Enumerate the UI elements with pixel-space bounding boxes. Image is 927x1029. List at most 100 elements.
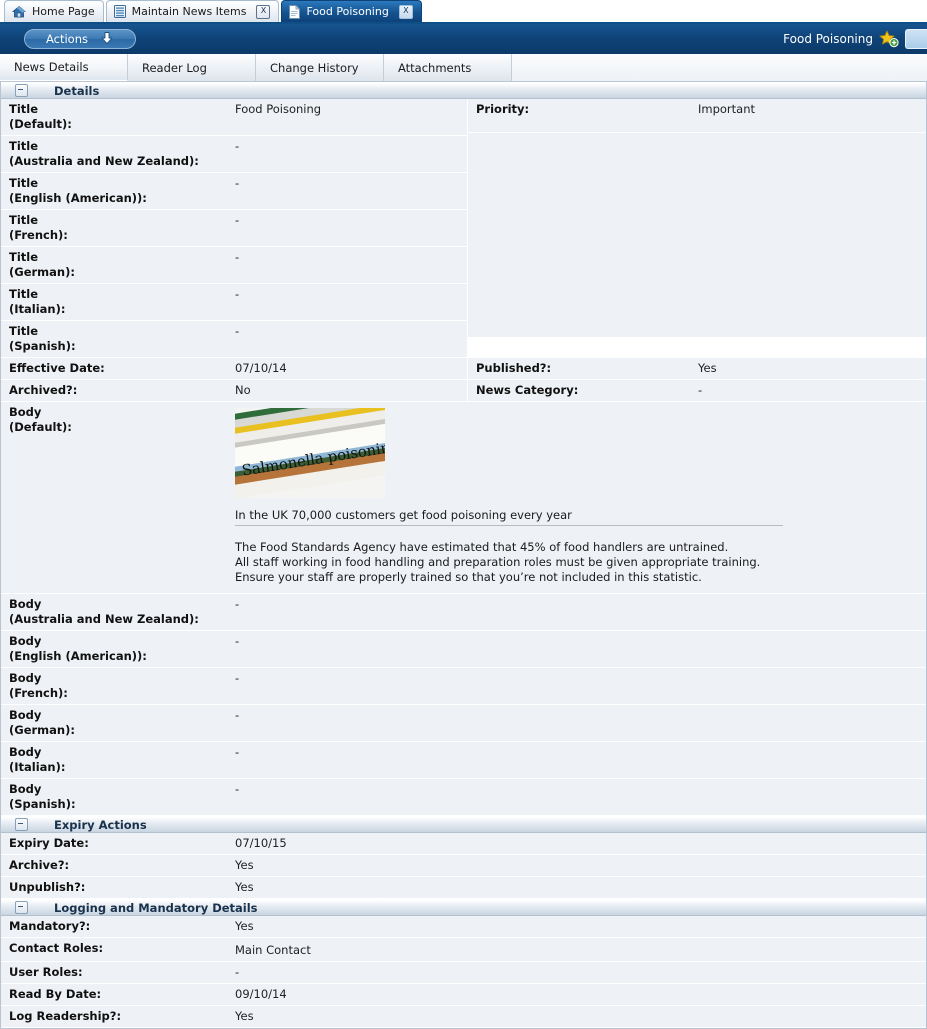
field-row-body-french: Body (French): - [1, 668, 926, 705]
field-label: Body (Australia and New Zealand): [1, 594, 233, 630]
field-label: Mandatory?: [1, 916, 233, 937]
field-label: Body (Spanish): [1, 779, 233, 815]
field-value: Food Poisoning [235, 102, 322, 116]
field-label: User Roles: [1, 962, 233, 983]
field-value: - [235, 287, 240, 301]
field-value: Important [698, 102, 756, 116]
salmonella-poisoning-image: Salmonella poisoning [235, 408, 385, 498]
action-bar-right: Food Poisoning [783, 29, 927, 49]
field-label-main: Title [9, 102, 39, 116]
field-label-main: Read By Date: [9, 987, 102, 1001]
field-label-main: Body [9, 782, 42, 796]
field-label-sub: (German): [9, 723, 75, 737]
browser-tab-food-poisoning[interactable]: Food Poisoning X [281, 0, 422, 22]
field-label-main: Expiry Date: [9, 836, 89, 850]
field-value: 07/10/14 [235, 361, 287, 375]
browser-tab-maintain-news-items[interactable]: Maintain News Items X [105, 0, 280, 22]
field-label-main: Mandatory?: [9, 919, 91, 933]
grid-icon [113, 5, 126, 18]
field-label-main: Archive?: [9, 858, 70, 872]
field-label-main: Body [9, 745, 42, 759]
tab-strip-filler [512, 54, 927, 81]
field-value: - [235, 139, 240, 153]
field-row-body-default: Body (Default): Salmonella poisoning In … [1, 402, 926, 594]
body-paragraph-line: Ensure your staff are properly trained s… [235, 570, 702, 584]
collapse-minus-icon[interactable] [15, 818, 28, 831]
details-title-block: Title (Default): Food Poisoning Title (A… [1, 99, 926, 358]
field-row-title-french: Title (French): - [1, 210, 467, 247]
browser-tab-label: Food Poisoning [306, 4, 389, 18]
field-row-title-italian: Title (Italian): - [1, 284, 467, 321]
close-icon[interactable]: X [256, 4, 271, 19]
field-value: - [235, 671, 240, 685]
field-value: - [235, 250, 240, 264]
field-label: Log Readership?: [1, 1006, 233, 1027]
field-label: Archive?: [1, 855, 233, 876]
field-value: 07/10/15 [235, 836, 287, 850]
browser-tab-home-page[interactable]: Home Page [4, 0, 104, 22]
field-row-published: Published?: Yes [468, 358, 926, 380]
field-label-main: Body [9, 671, 42, 685]
field-label: Body (English (American)): [1, 631, 233, 667]
field-label-sub: (French): [9, 686, 68, 700]
field-row-body-italian: Body (Italian): - [1, 742, 926, 779]
actions-button[interactable]: Actions [24, 29, 136, 49]
field-label-sub: (Default): [9, 420, 72, 434]
field-label-main: Unpublish?: [9, 880, 86, 894]
field-label-main: Title [9, 213, 39, 227]
field-row-title-default: Title (Default): Food Poisoning [1, 99, 467, 136]
field-label-sub: (English (American)): [9, 191, 147, 205]
section-title: Expiry Actions [54, 817, 147, 832]
body-paragraph: The Food Standards Agency have estimated… [235, 540, 918, 585]
field-label-main: Contact Roles: [9, 941, 104, 955]
field-value: Main Contact [235, 943, 311, 957]
field-label-sub: (Australia and New Zealand): [9, 612, 199, 626]
field-value: - [235, 176, 240, 190]
field-row-priority: Priority: Important [468, 99, 926, 133]
field-row-title-german: Title (German): - [1, 247, 467, 284]
section-title: Details [54, 83, 100, 98]
tab-reader-log[interactable]: Reader Log [128, 54, 256, 81]
field-label: Title (German): [1, 247, 233, 283]
collapse-minus-icon[interactable] [15, 901, 28, 914]
section-header-details[interactable]: Details [1, 82, 926, 99]
field-label: Published?: [468, 358, 696, 379]
right-column-spacer [468, 133, 926, 338]
star-add-icon[interactable] [879, 30, 899, 48]
collapse-minus-icon[interactable] [15, 84, 28, 97]
field-label: Effective Date: [1, 358, 233, 379]
field-row-unpublish: Unpublish?: Yes [1, 877, 926, 899]
field-label: News Category: [468, 380, 696, 401]
field-label-sub: (German): [9, 265, 75, 279]
page-tab-strip: News Details Reader Log Change History A… [0, 54, 927, 82]
browser-tab-label: Home Page [32, 4, 95, 18]
section-title: Logging and Mandatory Details [54, 900, 258, 915]
field-label-main: Title [9, 139, 39, 153]
field-value: - [235, 634, 240, 648]
tab-change-history[interactable]: Change History [256, 54, 384, 81]
section-header-expiry-actions[interactable]: Expiry Actions [1, 816, 926, 833]
details-title-left-column: Title (Default): Food Poisoning Title (A… [1, 99, 467, 358]
field-value: Yes [235, 919, 254, 933]
field-label: Archived?: [1, 380, 233, 401]
field-label: Read By Date: [1, 984, 233, 1005]
field-label-main: Body [9, 405, 42, 419]
panel-icon[interactable] [905, 29, 927, 49]
field-value: - [235, 597, 240, 611]
field-label-sub: (Australia and New Zealand): [9, 154, 199, 168]
field-row-body-spanish: Body (Spanish): - [1, 779, 926, 816]
body-paragraph-line: The Food Standards Agency have estimated… [235, 540, 729, 554]
section-header-logging-mandatory-details[interactable]: Logging and Mandatory Details [1, 899, 926, 916]
browser-tab-strip: Home Page Maintain News Items X Food Poi… [0, 0, 927, 24]
body-content: Salmonella poisoning In the UK 70,000 cu… [233, 402, 926, 593]
field-label: Priority: [468, 99, 696, 132]
field-value: - [235, 708, 240, 722]
field-label: Title (Default): [1, 99, 233, 135]
field-row-expiry-date: Expiry Date: 07/10/15 [1, 833, 926, 855]
field-row-log-readership: Log Readership?: Yes [1, 1006, 926, 1028]
close-icon[interactable]: X [398, 4, 413, 19]
field-label-sub: (Italian): [9, 760, 66, 774]
tab-news-details[interactable]: News Details [0, 54, 128, 81]
field-value: Yes [698, 361, 717, 375]
tab-attachments[interactable]: Attachments [384, 54, 512, 81]
